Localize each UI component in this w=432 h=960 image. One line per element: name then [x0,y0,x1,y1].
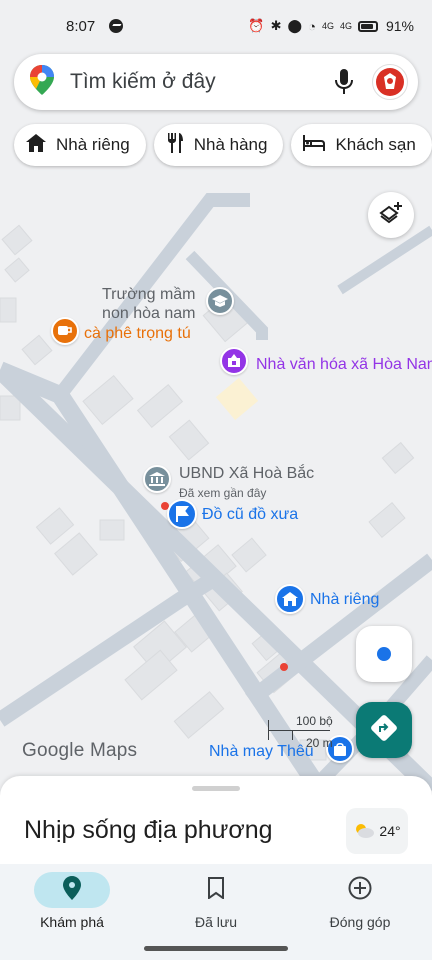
government-icon[interactable] [143,465,171,493]
microphone-icon[interactable] [324,62,364,102]
search-bar[interactable]: Tìm kiếm ở đây [14,54,418,110]
scale-meters: 20 m [306,736,333,750]
place-label-antique[interactable]: Đồ cũ đồ xưa [202,505,298,524]
place-label-ubnd-note: Đã xem gần đây [179,486,267,500]
chip-hotel-label: Khách sạn [335,135,416,154]
hotel-icon [303,134,326,156]
home-icon [26,133,46,157]
messenger-icon [109,19,124,33]
nav-saved-label: Đã lưu [194,914,238,930]
add-circle-icon [348,876,372,905]
gesture-bar[interactable] [144,946,288,951]
bookmark-icon [208,876,224,904]
directions-icon [370,714,398,747]
sheet-drag-handle[interactable] [192,786,240,791]
category-chips: Nhà riêng Nhà hàng Khách sạn [0,120,432,172]
place-label-ubnd[interactable]: UBND Xã Hoà Bắc [179,464,314,483]
place-label-home[interactable]: Nhà riêng [310,590,379,609]
chip-home-label: Nhà riêng [56,135,130,154]
my-location-button[interactable] [356,626,412,682]
scale-feet: 100 bộ [296,714,333,728]
sheet-title: Nhịp sống địa phương [24,816,273,844]
partly-cloudy-icon [353,822,375,841]
layers-button[interactable] [368,192,414,238]
alarm-icon: ⏰ [248,18,265,33]
nav-contribute[interactable]: Đóng góp [288,864,432,960]
school-icon[interactable] [206,287,234,315]
flag-icon[interactable] [167,499,197,529]
wifi-icon: ◔ [308,18,316,34]
chip-restaurant-label: Nhà hàng [193,135,268,154]
google-maps-pin-icon [30,64,54,100]
battery-icon [357,20,378,32]
signal-icon-1: 4G [321,21,334,31]
home-pin-icon[interactable] [275,584,305,614]
bluetooth-icon: ✱ [270,18,282,33]
location-icon: ⬤ [287,18,303,33]
place-label-cafe[interactable]: cà phê trọng tú [84,324,191,343]
place-label-culture-house[interactable]: Nhà văn hóa xã Hòa Nam [256,355,432,374]
chip-hotel[interactable]: Khách sạn [291,124,432,166]
nav-contribute-label: Đóng góp [329,914,391,930]
weather-temp: 24° [379,823,401,839]
status-bar: 8:07 ⏰ ✱ ⬤ ◔ 4G 4G 91% [0,0,432,52]
nav-explore-label: Khám phá [40,914,104,930]
chip-restaurant[interactable]: Nhà hàng [153,124,284,166]
status-icons: ⏰ ✱ ⬤ ◔ 4G 4G 91% [248,18,414,34]
weather-chip[interactable]: 24° [346,808,408,854]
avatar[interactable] [372,64,408,100]
search-input[interactable]: Tìm kiếm ở đây [70,70,324,94]
status-time: 8:07 [66,17,96,35]
restaurant-icon [166,132,184,158]
explore-pin-icon [63,875,81,905]
cafe-icon[interactable] [51,317,79,345]
battery-percent: 91% [385,18,414,34]
culture-house-icon[interactable] [220,347,248,375]
google-maps-logo: Google Maps [22,740,138,761]
signal-icon-2: 4G [339,21,352,31]
chip-home[interactable]: Nhà riêng [14,124,146,166]
map-scale: 100 bộ 20 m [268,714,340,750]
directions-button[interactable] [356,702,412,758]
nav-explore[interactable]: Khám phá [0,864,144,960]
layers-icon [379,201,403,230]
place-label-school[interactable]: Trường mầm non hòa nam [102,285,196,323]
my-location-icon [377,647,391,661]
